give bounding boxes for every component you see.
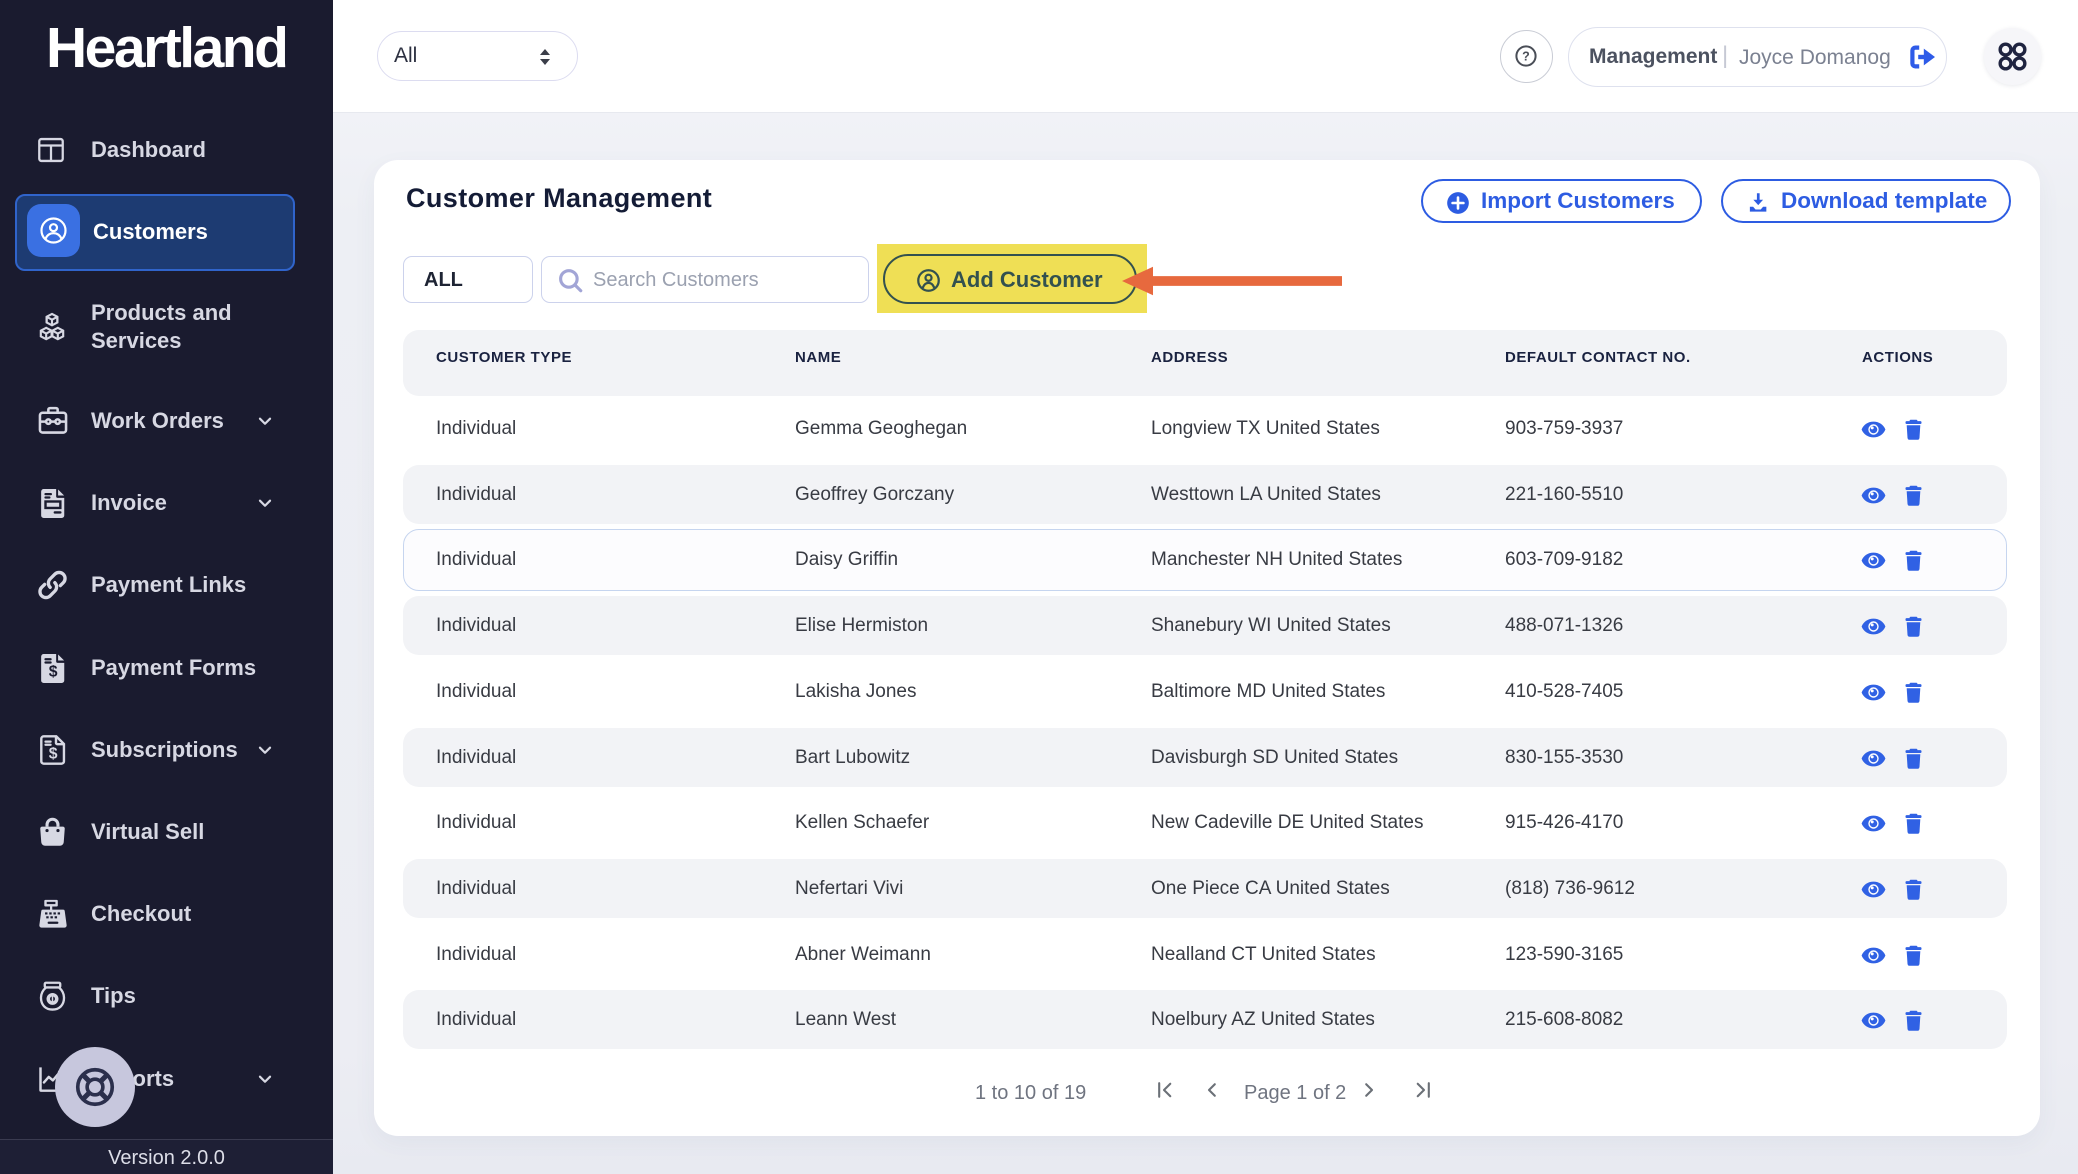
svg-text:?: ? bbox=[1522, 49, 1530, 63]
svg-text:$: $ bbox=[49, 746, 58, 763]
svg-text:$: $ bbox=[49, 663, 58, 680]
